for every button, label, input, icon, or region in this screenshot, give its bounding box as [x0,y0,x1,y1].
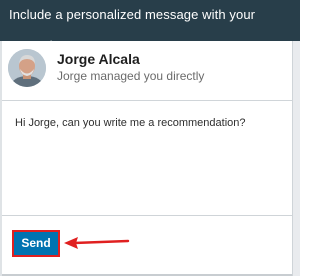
recipient-avatar [8,49,46,87]
send-button[interactable]: Send [12,230,60,257]
recommendation-request-dialog: Include a personalized message with your… [0,0,300,276]
recipient-name: Jorge Alcala [57,51,140,67]
recipient-card: Jorge Alcala Jorge managed you directly [2,41,292,101]
avatar-photo [8,49,46,87]
footer-divider [2,215,292,216]
dialog-header: Include a personalized message with your… [0,0,300,52]
recipient-relation: Jorge managed you directly [57,69,205,83]
red-arrow-annotation-icon [64,237,130,249]
dialog-scrollbar-track[interactable] [292,41,300,276]
message-textarea[interactable]: Hi Jorge, can you write me a recommendat… [15,117,287,129]
